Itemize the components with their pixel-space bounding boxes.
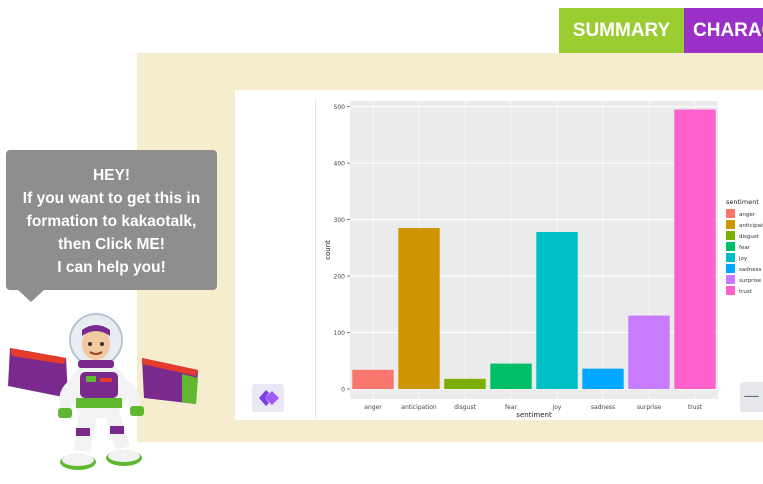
y-tick-label: 200 [334,274,346,281]
x-tick-label: anger [364,404,382,411]
bar-joy [536,232,578,389]
minus-icon: — [743,386,760,405]
legend-swatch [726,220,735,229]
diamond-logo-icon [259,390,279,406]
bubble-line: HEY! [92,167,131,184]
kakaotalk-share-bubble[interactable]: HEY! If you want to get this in formatio… [6,150,217,290]
tab-summary[interactable]: SUMMARY [559,8,684,53]
y-tick-label: 300 [334,217,346,224]
legend-swatch [726,264,735,273]
x-tick-label: fear [505,404,517,411]
x-tick-label: trust [688,404,703,411]
x-axis-label: sentiment [516,411,552,419]
bubble-text: HEY! If you want to get this in formatio… [6,164,217,279]
x-tick-label: disgust [454,404,476,411]
legend-swatch [726,242,735,251]
legend-swatch [726,253,735,262]
legend-title: sentiment [726,198,759,206]
y-tick-label: 500 [334,104,346,111]
x-tick-label: joy [552,404,562,411]
bar-sadness [582,368,624,389]
bar-surprise [628,315,670,389]
legend-label: anger [739,212,756,218]
bar-anticipation [398,228,440,389]
legend-swatch [726,231,735,240]
legend-label: disgust [739,234,760,240]
legend-label: fear [739,245,751,251]
bubble-line: then Click ME! [58,236,165,253]
legend-swatch [726,275,735,284]
bar-disgust [444,378,486,389]
y-axis-label: count [324,240,332,260]
bar-fear [490,363,532,389]
x-tick-label: sadness [591,404,615,411]
x-tick-label: anticipation [401,404,437,411]
legend-swatch [726,209,735,218]
minus-button[interactable]: — [740,382,763,412]
legend-label: anticipat [739,223,763,229]
bubble-line: I can help you! [57,259,166,276]
y-tick-label: 0 [341,387,345,394]
sentiment-bar-chart: 0 100 200 300 400 500 anger anticipation disgust… [324,101,763,419]
bar-trust [674,109,716,390]
legend-label: surprise [739,278,762,284]
legend-swatch [726,286,735,295]
tab-character[interactable]: CHARAC [684,8,763,53]
bubble-line: If you want to get this in [22,190,201,207]
x-tick-label: surprise [637,404,661,411]
diamond-logo-button[interactable] [252,384,284,412]
bar-anger [352,369,394,389]
legend-label: trust [739,289,753,295]
screenshot-sidebar [235,100,316,418]
y-tick-label: 400 [334,161,346,168]
legend-label: sadness [739,267,761,273]
legend-label: joy [738,256,748,262]
y-tick-label: 100 [334,330,346,337]
buzz-lightyear-character[interactable] [6,300,206,480]
bubble-line: formation to kakaotalk, [26,213,197,230]
